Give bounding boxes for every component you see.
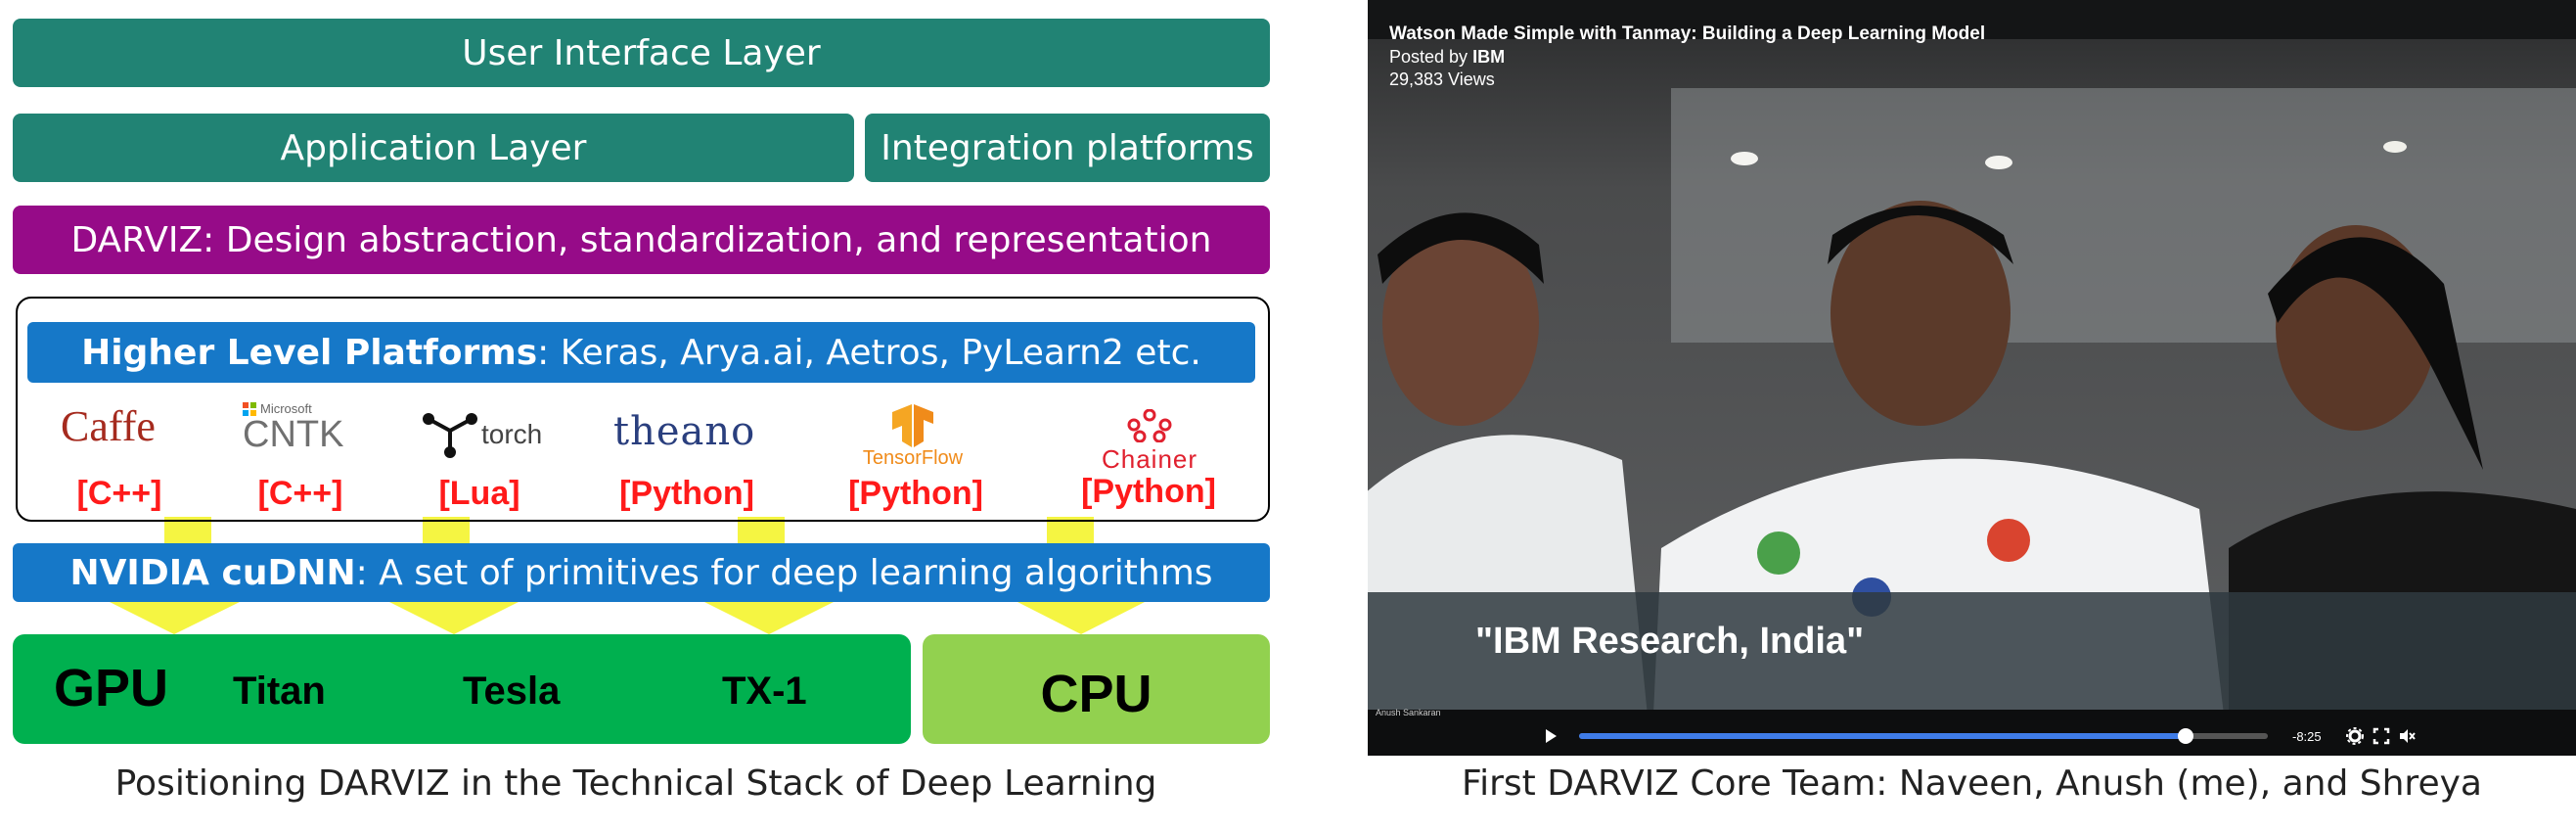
tensorflow-logo: TensorFlow xyxy=(859,404,967,470)
user-interface-layer: User Interface Layer xyxy=(13,19,1270,87)
cpu-label: CPU xyxy=(1040,665,1152,723)
play-icon xyxy=(1546,729,1557,743)
posted-prefix: Posted by xyxy=(1389,47,1473,67)
application-layer: Application Layer xyxy=(13,114,854,182)
gpu-label: GPU xyxy=(54,659,169,717)
torch-logo-icon xyxy=(423,413,477,458)
mute-icon xyxy=(2400,729,2416,743)
small-name-tag: Anush Sankaran xyxy=(1376,708,1441,717)
video-title[interactable]: Watson Made Simple with Tanmay: Building… xyxy=(1389,23,1985,45)
theano-logo: theano xyxy=(613,409,756,454)
tensorflow-logo-icon xyxy=(892,404,933,447)
torch-name: torch xyxy=(481,419,543,449)
higher-level-platforms: Higher Level Platforms: Keras, Arya.ai, … xyxy=(27,322,1255,383)
lower-third-text: "IBM Research, India" xyxy=(1475,621,1865,662)
arrow-head xyxy=(704,602,834,634)
torch-language: [Lua] xyxy=(438,475,520,512)
higher-level-list: : Keras, Arya.ai, Aetros, PyLearn2 etc. xyxy=(537,332,1201,373)
progress-track[interactable] xyxy=(1579,728,2268,744)
cpu-box: CPU xyxy=(923,634,1270,744)
gpu-titan: Titan xyxy=(233,670,326,713)
cudnn-desc: : A set of primitives for deep learning … xyxy=(355,552,1213,593)
mute-button[interactable] xyxy=(2398,727,2416,749)
fullscreen-icon xyxy=(2373,727,2390,745)
chainer-logo: Chainer xyxy=(1091,408,1208,475)
integration-label: Integration platforms xyxy=(881,127,1254,168)
cntk-name: CNTK xyxy=(243,414,344,455)
progress-fill xyxy=(1579,733,2186,739)
cudnn-layer: NVIDIA cuDNN: A set of primitives for de… xyxy=(13,543,1270,602)
torch-logo: torch xyxy=(421,409,542,460)
ui-layer-label: User Interface Layer xyxy=(462,32,821,73)
gpu-tx1: TX-1 xyxy=(722,670,807,713)
darviz-layer: DARVIZ: Design abstraction, standardizat… xyxy=(13,206,1270,274)
play-button[interactable] xyxy=(1544,728,1563,748)
settings-button[interactable] xyxy=(2346,727,2364,749)
caffe-logo: Caffe xyxy=(61,402,156,450)
arrow-head xyxy=(389,602,519,634)
tensorflow-language: [Python] xyxy=(848,475,983,512)
left-caption: Positioning DARVIZ in the Technical Stac… xyxy=(114,763,1157,804)
cudnn-title: NVIDIA cuDNN xyxy=(69,552,356,593)
arrow-head xyxy=(110,602,240,634)
gpu-box: GPU Titan Tesla TX-1 xyxy=(13,634,911,744)
posted-by-link[interactable]: IBM xyxy=(1472,47,1505,67)
fullscreen-button[interactable] xyxy=(2373,727,2390,749)
posted-by: Posted by IBM xyxy=(1389,47,1505,68)
settings-icon xyxy=(2346,727,2364,745)
cntk-logo: Microsoft CNTK xyxy=(243,401,343,453)
arrow-head xyxy=(1017,602,1145,634)
chainer-logo-icon xyxy=(1127,408,1172,443)
app-layer-label: Application Layer xyxy=(280,127,587,168)
darviz-label: DARVIZ: Design abstraction, standardizat… xyxy=(70,219,1212,260)
chainer-name: Chainer xyxy=(1101,444,1198,474)
progress-handle[interactable] xyxy=(2177,728,2193,744)
view-count: 29,383 Views xyxy=(1389,69,1495,89)
higher-level-title: Higher Level Platforms xyxy=(81,332,538,373)
theano-language: [Python] xyxy=(619,475,754,512)
right-caption: First DARVIZ Core Team: Naveen, Anush (m… xyxy=(1462,763,2482,804)
cntk-language: [C++] xyxy=(257,475,343,512)
gpu-tesla: Tesla xyxy=(463,670,561,713)
time-remaining: -8:25 xyxy=(2292,729,2322,744)
chainer-language: [Python] xyxy=(1081,473,1216,510)
integration-platforms: Integration platforms xyxy=(865,114,1270,182)
video-player[interactable]: Watson Made Simple with Tanmay: Building… xyxy=(1368,0,2576,756)
caffe-language: [C++] xyxy=(76,475,162,512)
tensorflow-name: TensorFlow xyxy=(862,447,964,469)
